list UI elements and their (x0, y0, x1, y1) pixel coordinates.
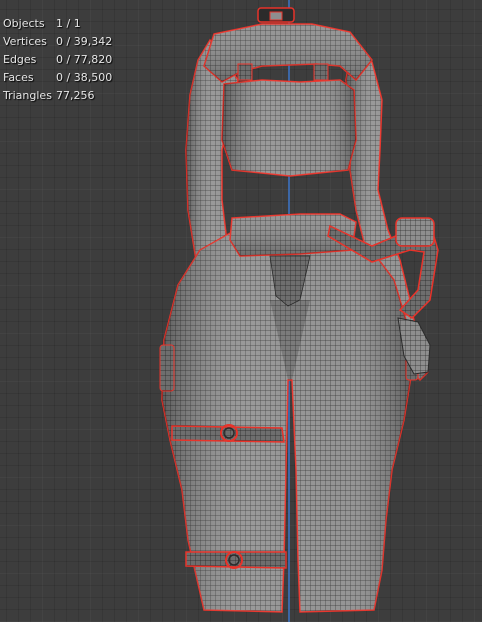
crop-top (221, 79, 357, 177)
choker (257, 7, 295, 23)
scene-statistics-overlay: Objects 1 / 1 Vertices 0 / 39,342 Edges … (3, 15, 112, 105)
stat-value: 77,256 (56, 89, 95, 102)
thigh-strap-upper (171, 424, 285, 443)
stat-value: 0 / 38,500 (56, 71, 113, 84)
stat-label: Triangles (3, 89, 52, 102)
stat-value: 0 / 39,342 (56, 35, 113, 48)
stat-value: 1 / 1 (56, 17, 81, 30)
stat-edges: Edges 0 / 77,820 (3, 51, 112, 69)
stat-label: Edges (3, 53, 37, 66)
stat-vertices: Vertices 0 / 39,342 (3, 33, 112, 51)
stat-label: Objects (3, 17, 45, 30)
stat-objects: Objects 1 / 1 (3, 15, 112, 33)
stat-value: 0 / 77,820 (56, 53, 113, 66)
stat-label: Vertices (3, 35, 47, 48)
stat-faces: Faces 0 / 38,500 (3, 69, 112, 87)
thigh-strap-lower (185, 551, 287, 569)
stat-triangles: Triangles 77,256 (3, 87, 112, 105)
stat-label: Faces (3, 71, 34, 84)
3d-viewport[interactable]: Objects 1 / 1 Vertices 0 / 39,342 Edges … (0, 0, 482, 622)
